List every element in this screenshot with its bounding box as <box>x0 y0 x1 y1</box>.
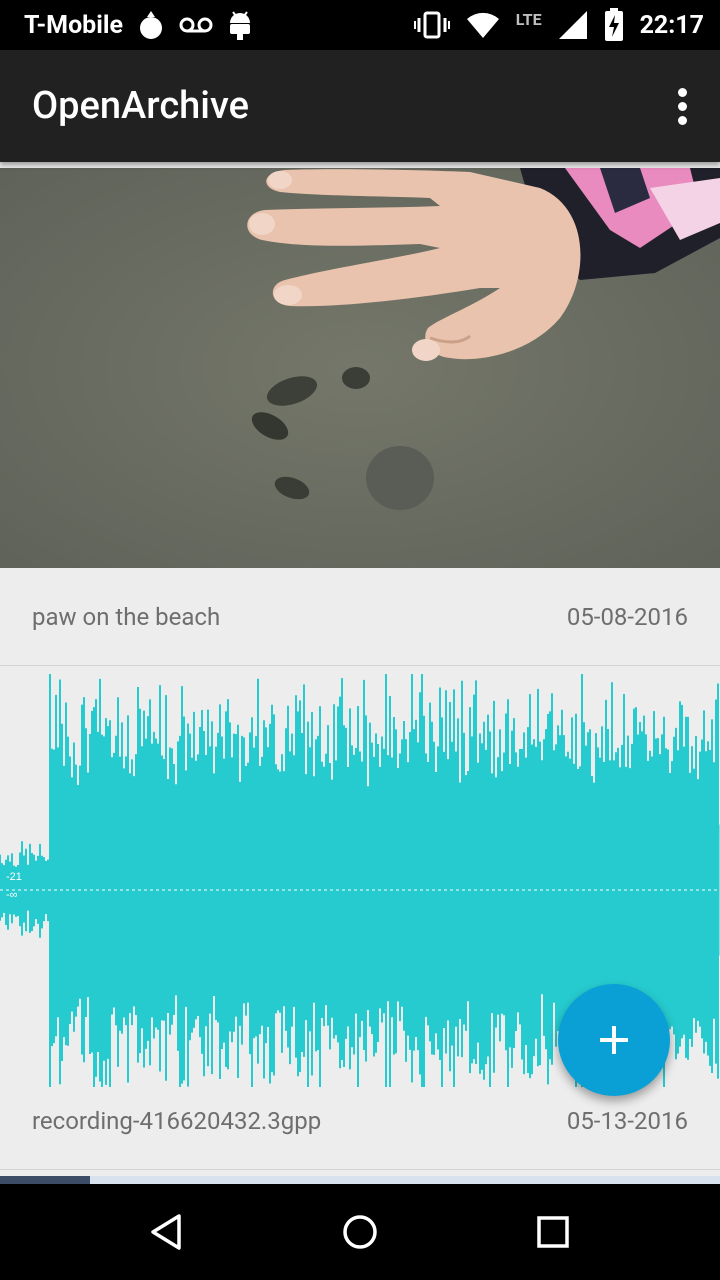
add-icon <box>600 1026 628 1054</box>
media-date: 05-13-2016 <box>566 1107 688 1135</box>
photo-image <box>0 168 720 568</box>
carrier-label: T-Mobile <box>24 10 123 40</box>
more-vert-icon[interactable] <box>670 82 694 130</box>
app-title: OpenArchive <box>32 84 249 128</box>
waveform-db-label: -21 <box>6 871 22 883</box>
status-bar: T-Mobile LTE 22:17 <box>0 0 720 50</box>
vibrate-icon <box>413 11 450 39</box>
android-icon <box>229 11 250 40</box>
navigation-bar <box>0 1184 720 1280</box>
signal-icon <box>558 11 587 39</box>
media-thumbnail[interactable] <box>0 1176 720 1184</box>
media-title: paw on the beach <box>32 603 221 631</box>
voicemail-icon <box>179 17 213 33</box>
recents-icon <box>537 1216 570 1248</box>
media-meta: paw on the beach 05-08-2016 <box>32 603 688 631</box>
media-item[interactable]: paw on the beach 05-08-2016 <box>0 162 720 666</box>
media-item[interactable] <box>0 1170 720 1184</box>
back-button[interactable] <box>127 1192 207 1272</box>
media-title: recording-416620432.3gpp <box>32 1107 322 1135</box>
home-icon <box>343 1215 377 1249</box>
notification-drop-icon <box>139 11 162 39</box>
recents-button[interactable] <box>513 1192 593 1272</box>
media-date: 05-08-2016 <box>566 603 688 631</box>
app-bar: OpenArchive <box>0 50 720 162</box>
battery-charging-icon <box>604 8 623 41</box>
waveform-db-label: -∞ <box>6 889 18 901</box>
media-meta: recording-416620432.3gpp 05-13-2016 <box>32 1107 688 1135</box>
clock: 22:17 <box>639 10 704 40</box>
add-media-button[interactable] <box>558 984 670 1096</box>
back-icon <box>150 1214 181 1250</box>
wifi-icon <box>466 12 499 39</box>
home-button[interactable] <box>320 1192 400 1272</box>
network-type-label: LTE <box>515 9 542 29</box>
media-thumbnail[interactable] <box>0 168 720 568</box>
